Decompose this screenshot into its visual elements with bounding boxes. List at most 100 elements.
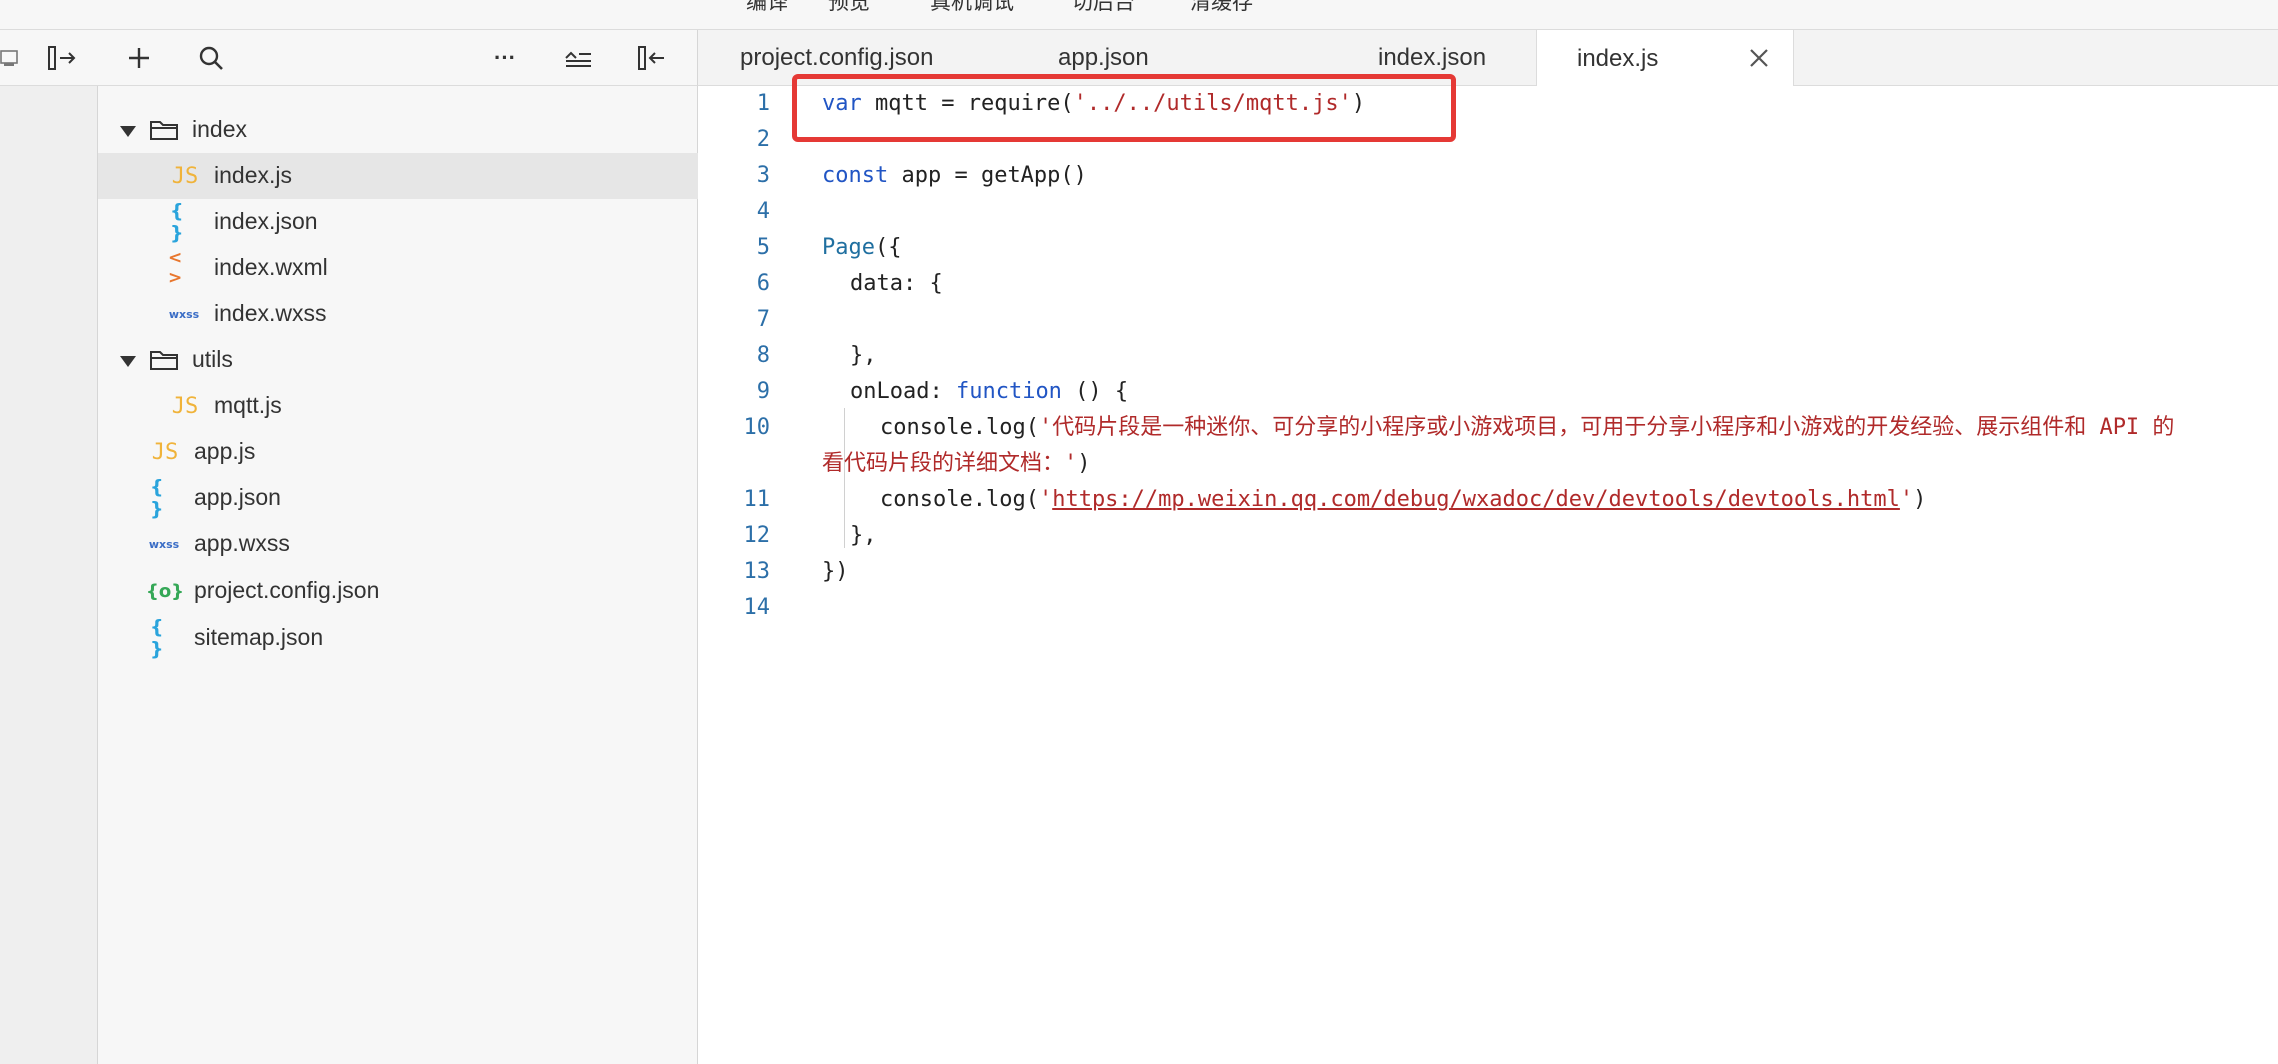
chevron-down-icon: [120, 126, 136, 137]
line-number: 1: [756, 91, 770, 116]
wxml-file-icon: < >: [168, 248, 183, 288]
tab-index-js[interactable]: index.js: [1536, 30, 1794, 87]
tree-file-app-wxss[interactable]: wxss app.wxss: [98, 521, 698, 567]
highlight-annotation-box: [792, 74, 1456, 142]
add-icon[interactable]: [124, 40, 154, 76]
split-left-icon[interactable]: [636, 40, 670, 76]
tree-folder-index[interactable]: index: [98, 107, 698, 153]
code-text: console.log('https://mp.weixin.qq.com/de…: [880, 482, 1926, 518]
tree-label: app.js: [194, 438, 256, 464]
tree-label: mqtt.js: [214, 392, 282, 418]
code-plain: () {: [1061, 379, 1129, 404]
code-line-10-wrap: 看代码片段的详细文档：'): [698, 446, 2278, 482]
json-file-icon: { }: [170, 200, 184, 244]
code-line-4: 4: [698, 194, 2278, 230]
code-plain: ): [1077, 451, 1091, 476]
code-text: console.log('代码片段是一种迷你、可分享的小程序或小游戏项目，可用于…: [880, 410, 2174, 446]
code-text: Page({: [822, 230, 901, 266]
code-string: 看代码片段的详细文档：': [822, 451, 1078, 476]
tree-folder-utils[interactable]: utils: [98, 337, 698, 383]
explorer-toolbar: ···: [0, 30, 698, 86]
code-keyword: const: [822, 163, 889, 188]
menu-compile[interactable]: 编译: [746, 0, 788, 16]
tree-file-index-json[interactable]: { } index.json: [98, 199, 698, 245]
tree-file-index-js[interactable]: JS index.js: [98, 153, 698, 199]
collapse-all-icon[interactable]: [562, 40, 594, 76]
tab-label: index.js: [1577, 44, 1659, 72]
code-line-9: 9 onLoad: function () {: [698, 374, 2278, 410]
folder-icon: [148, 115, 180, 145]
config-file-icon: {o}: [146, 580, 184, 602]
code-editor[interactable]: 1 var mqtt = require('../../utils/mqtt.j…: [698, 86, 2278, 1064]
tree-file-project-config[interactable]: {o} project.config.json: [98, 568, 698, 614]
code-line-3: 3 const app = getApp(): [698, 158, 2278, 194]
code-text: onLoad: function () {: [850, 374, 1128, 410]
code-plain: onLoad:: [850, 379, 956, 404]
line-number: 13: [743, 559, 771, 584]
code-string: ': [1038, 487, 1053, 512]
json-file-icon: { }: [150, 616, 164, 660]
js-file-icon: JS: [171, 163, 199, 189]
menu-device-debug[interactable]: 真机调试: [930, 0, 1014, 16]
more-icon[interactable]: ···: [490, 40, 520, 76]
tree-label: project.config.json: [194, 577, 380, 603]
tree-file-app-json[interactable]: { } app.json: [98, 475, 698, 521]
tree-file-index-wxml[interactable]: < > index.wxml: [98, 245, 698, 291]
code-line-11: 11 console.log('https://mp.weixin.qq.com…: [698, 482, 2278, 518]
code-plain: ({: [874, 235, 902, 260]
json-file-icon: { }: [150, 476, 164, 520]
line-number: 9: [756, 379, 770, 404]
js-file-icon: JS: [171, 393, 199, 419]
tree-label: index.json: [214, 208, 318, 234]
tree-file-index-wxss[interactable]: wxss index.wxss: [98, 291, 698, 337]
code-string: ': [1899, 487, 1914, 512]
code-text: },: [850, 343, 877, 368]
code-plain: console.log(: [880, 415, 1039, 440]
menu-clear-cache[interactable]: 清缓存: [1190, 0, 1253, 16]
code-plain: app = getApp(): [888, 163, 1087, 188]
code-line-13: 13 }): [698, 554, 2278, 590]
line-number: 10: [743, 415, 771, 440]
tab-label: index.json: [1378, 44, 1487, 71]
js-file-icon: JS: [151, 439, 179, 465]
tree-label: app.wxss: [194, 530, 290, 556]
code-text: },: [850, 523, 877, 548]
wxss-file-icon: wxss: [168, 307, 200, 321]
line-number: 3: [756, 163, 770, 188]
tree-file-sitemap-json[interactable]: { } sitemap.json: [98, 615, 698, 661]
tree-label: index.wxss: [214, 300, 327, 326]
line-number: 4: [756, 199, 770, 224]
tree-label: index.js: [214, 162, 292, 188]
tree-label: index: [192, 116, 247, 142]
code-text: 看代码片段的详细文档：'): [822, 446, 1091, 482]
tree-file-mqtt-js[interactable]: JS mqtt.js: [98, 383, 698, 429]
code-line-8: 8 },: [698, 338, 2278, 374]
tree-label: sitemap.json: [194, 624, 324, 650]
code-plain: console.log(: [880, 487, 1039, 512]
chevron-down-icon: [120, 356, 136, 367]
line-number: 6: [756, 271, 770, 296]
code-line-7: 7: [698, 302, 2278, 338]
menu-preview[interactable]: 预览: [828, 0, 870, 16]
line-number: 12: [743, 523, 771, 548]
code-function: Page: [822, 235, 875, 260]
folder-icon: [148, 345, 180, 375]
file-explorer: index JS index.js { } index.json < > ind…: [98, 86, 698, 1064]
tree-file-app-js[interactable]: JS app.js: [98, 429, 698, 475]
code-keyword: function: [955, 379, 1062, 404]
code-line-10: 10 console.log('代码片段是一种迷你、可分享的小程序或小游戏项目，…: [698, 410, 2278, 446]
close-icon[interactable]: [1745, 44, 1773, 72]
menu-background[interactable]: 切后台: [1072, 0, 1135, 16]
code-url-link[interactable]: https://mp.weixin.qq.com/debug/wxadoc/de…: [1052, 487, 1900, 512]
search-icon[interactable]: [196, 40, 226, 76]
collapse-panel-icon[interactable]: [0, 40, 22, 76]
activity-gutter: [0, 30, 98, 1064]
split-right-icon[interactable]: [46, 40, 80, 76]
line-number: 8: [756, 343, 770, 368]
tree-label: app.json: [194, 484, 281, 510]
code-string: '代码片段是一种迷你、可分享的小程序或小游戏项目，可用于分享小程序和小游戏的开发…: [1038, 415, 2175, 440]
code-line-14: 14: [698, 590, 2278, 626]
code-line-6: 6 data: {: [698, 266, 2278, 302]
code-text: }): [822, 559, 849, 584]
code-line-12: 12 },: [698, 518, 2278, 554]
